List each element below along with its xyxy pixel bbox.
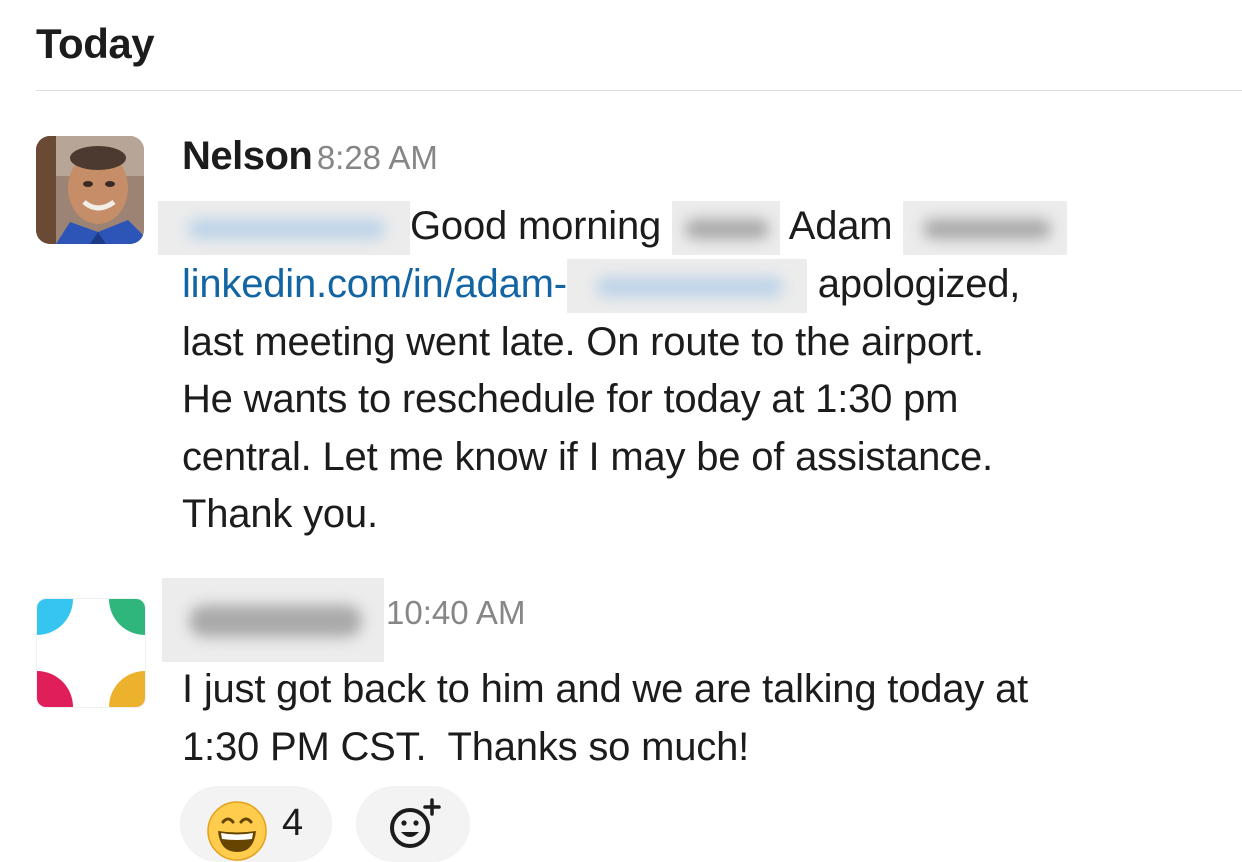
add-reaction-button[interactable] — [356, 786, 470, 862]
reaction-pill[interactable]: 4 — [180, 786, 332, 862]
message-line: last meeting went late. On route to the … — [182, 319, 984, 364]
message-body: Good morning Adam — [158, 198, 1198, 256]
message-header: Nelson 8:28 AM — [182, 134, 438, 179]
app-logo-icon — [37, 599, 145, 707]
message-line: Good morning Adam — [158, 198, 1198, 256]
message-line: 1:30 PM CST. Thanks so much! — [182, 724, 750, 769]
message-line: I just got back to him and we are talkin… — [182, 667, 1029, 711]
message-line: central. Let me know if I may be of assi… — [182, 434, 993, 479]
grinning-face-icon — [207, 801, 267, 861]
message-body-cont: linkedin.com/in/adam- apologized, last m… — [182, 256, 1222, 544]
author-name[interactable]: Nelson — [182, 134, 313, 178]
avatar[interactable] — [36, 136, 144, 244]
message-line: Thank you. — [182, 492, 378, 536]
avatar[interactable] — [36, 598, 146, 708]
message-body: I just got back to him and we are talkin… — [182, 661, 1222, 776]
day-divider — [36, 90, 1242, 91]
add-reaction-icon — [390, 798, 441, 848]
day-header: Today — [36, 20, 155, 67]
message-line: He wants to reschedule for today at 1:30… — [182, 377, 959, 421]
user-avatar-photo — [36, 136, 144, 244]
message-text: Adam — [788, 204, 893, 248]
reaction-count: 4 — [282, 802, 304, 844]
message-text: Good morning — [410, 204, 662, 248]
timestamp[interactable]: 10:40 AM — [386, 594, 525, 631]
redacted-link-part — [566, 259, 807, 314]
message-header: 10:40 AM — [162, 578, 525, 662]
redacted-name — [672, 201, 780, 256]
redacted-author-name[interactable] — [162, 578, 384, 662]
message-line: linkedin.com/in/adam- apologized, — [182, 256, 1222, 314]
redacted-mention — [158, 201, 410, 256]
profile-link[interactable]: linkedin.com/in/adam- — [182, 262, 567, 306]
message-text: apologized, — [817, 262, 1021, 306]
timestamp[interactable]: 8:28 AM — [317, 139, 438, 176]
redacted-surname — [903, 201, 1068, 256]
